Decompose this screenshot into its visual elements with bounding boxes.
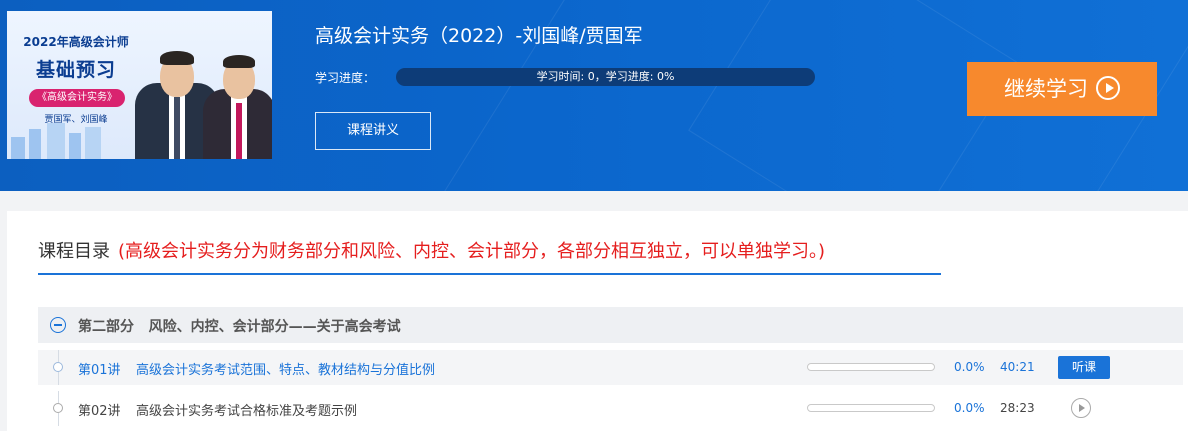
timeline-line — [58, 391, 59, 403]
lesson-row[interactable]: 第02讲 高级会计实务考试合格标准及考题示例 0.0% 28:23 — [38, 391, 1183, 426]
course-title: 高级会计实务（2022）-刘国峰/贾国军 — [315, 25, 643, 47]
play-icon[interactable] — [1071, 398, 1091, 418]
course-progress-text: 学习时间: 0，学习进度: 0% — [536, 70, 675, 83]
lesson-row[interactable]: 第01讲 高级会计实务考试范围、特点、教材结构与分值比例 0.0% 40:21 … — [38, 350, 1183, 385]
catalog-header: 课程目录 (高级会计实务分为财务部分和风险、内控、会计部分，各部分相互独立，可以单… — [38, 237, 941, 275]
lesson-name[interactable]: 高级会计实务考试范围、特点、教材结构与分值比例 — [136, 359, 435, 378]
catalog-note: (高级会计实务分为财务部分和风险、内控、会计部分，各部分相互独立，可以单独学习。… — [118, 241, 826, 262]
continue-learning-label: 继续学习 — [1004, 77, 1088, 101]
play-circle-icon — [1096, 76, 1120, 100]
section-header[interactable]: 第二部分 风险、内控、会计部分——关于高会考试 — [38, 307, 1183, 343]
building-graphic — [7, 121, 107, 159]
teacher-photo — [203, 45, 272, 159]
timeline-line — [58, 350, 59, 362]
thumbnail-subject-pill: 《高级会计实务》 — [29, 89, 125, 107]
catalog-card: 课程目录 (高级会计实务分为财务部分和风险、内控、会计部分，各部分相互独立，可以单… — [7, 211, 1188, 431]
course-banner: 2022年高级会计师 基础预习 《高级会计实务》 贾国军、刘国峰 高级会计实务（… — [0, 0, 1188, 191]
lesson-number: 第02讲 — [78, 404, 121, 419]
timeline-line — [58, 413, 59, 426]
lesson-progress-bar — [807, 404, 935, 412]
course-progress-bar: 学习时间: 0，学习进度: 0% — [396, 68, 815, 86]
handout-button[interactable]: 课程讲义 — [315, 112, 431, 150]
collapse-minus-icon[interactable] — [50, 317, 66, 333]
lesson-duration: 28:23 — [1000, 401, 1035, 415]
thumbnail-headline: 基础预习 — [35, 59, 116, 81]
timeline-dot-icon — [53, 362, 63, 372]
lesson-number: 第01讲 — [78, 363, 121, 378]
thumbnail-teachers: 贾国军、刘国峰 — [44, 115, 108, 125]
continue-learning-button[interactable]: 继续学习 — [967, 62, 1157, 116]
lesson-name[interactable]: 高级会计实务考试合格标准及考题示例 — [136, 400, 357, 419]
listen-button[interactable]: 听课 — [1058, 356, 1110, 379]
lesson-percent: 0.0% — [954, 360, 985, 374]
progress-label: 学习进度： — [315, 71, 376, 85]
section-title: 第二部分 风险、内控、会计部分——关于高会考试 — [78, 319, 401, 335]
timeline-dot-icon — [53, 403, 63, 413]
thumbnail-year-label: 2022年高级会计师 — [23, 35, 129, 49]
course-thumbnail[interactable]: 2022年高级会计师 基础预习 《高级会计实务》 贾国军、刘国峰 — [7, 11, 272, 159]
lesson-progress-bar — [807, 363, 935, 371]
timeline-line — [58, 372, 59, 385]
catalog-title: 课程目录 — [38, 241, 110, 262]
lesson-percent: 0.0% — [954, 401, 985, 415]
lesson-duration: 40:21 — [1000, 360, 1035, 374]
